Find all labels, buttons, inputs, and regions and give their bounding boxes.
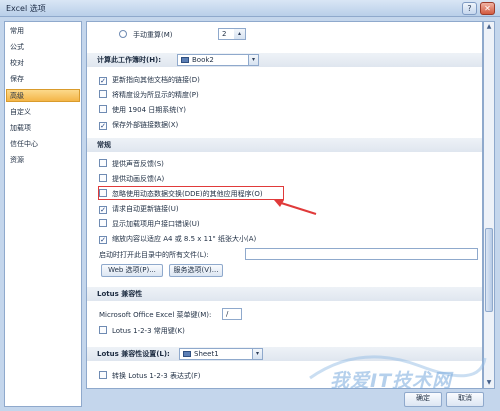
vertical-scrollbar[interactable]: ▲ ▼ — [483, 21, 495, 389]
workbook-calc-label: 计算此工作簿时(H): — [97, 56, 162, 64]
option-lotus-formula[interactable]: 转换 Lotus 1-2-3 表达式(F) — [99, 371, 200, 382]
save-external-label: 保存外部链接数据(X) — [112, 121, 179, 129]
lotus-formula-label: 转换 Lotus 1-2-3 表达式(F) — [112, 372, 201, 380]
auto-update-links-checkbox[interactable] — [99, 206, 107, 214]
option-save-external[interactable]: 保存外部链接数据(X) — [99, 120, 178, 131]
manual-recalc-label: 手动重算(M) — [133, 31, 173, 39]
sound-feedback-label: 提供声音反馈(S) — [112, 160, 164, 168]
auto-update-links-label: 请求自动更新链接(U) — [112, 205, 179, 213]
manual-recalc-row[interactable]: 手动重算(M) — [119, 30, 173, 41]
general-section-header: 常规 — [87, 138, 482, 152]
option-precision[interactable]: 将精度设为所显示的精度(P) — [99, 90, 199, 101]
date-1904-checkbox[interactable] — [99, 105, 107, 113]
web-options-button[interactable]: Web 选项(P)... — [101, 264, 163, 277]
chevron-down-icon[interactable]: ▾ — [248, 55, 258, 65]
date-1904-label: 使用 1904 日期系统(Y) — [112, 106, 187, 114]
addin-errors-label: 显示加载项用户接口错误(U) — [112, 220, 200, 228]
sidebar-item-advanced[interactable]: 高级 — [6, 89, 80, 102]
animation-feedback-checkbox[interactable] — [99, 174, 107, 182]
ok-button[interactable]: 确定 — [404, 392, 442, 407]
sidebar-item-customize[interactable]: 自定义 — [7, 107, 77, 118]
workbook-calc-header: 计算此工作簿时(H): — [87, 53, 482, 67]
option-1904-date[interactable]: 使用 1904 日期系统(Y) — [99, 105, 186, 116]
option-lotus-nav-keys[interactable]: Lotus 1-2-3 常用键(K) — [99, 326, 185, 337]
option-scale-a4[interactable]: 缩放内容以适应 A4 或 8.5 x 11" 纸张大小(A) — [99, 234, 256, 245]
lotus-menu-key-label: Microsoft Office Excel 菜单键(M): — [99, 311, 212, 319]
lotus-menu-key-input[interactable]: / — [222, 308, 242, 320]
sidebar-item-save[interactable]: 保存 — [7, 74, 77, 85]
chevron-down-icon[interactable]: ▾ — [252, 349, 262, 359]
precision-label: 将精度设为所显示的精度(P) — [112, 91, 199, 99]
lotus-section-header: Lotus 兼容性 — [87, 287, 482, 301]
save-external-checkbox[interactable] — [99, 122, 107, 130]
sidebar-item-resources[interactable]: 资源 — [7, 155, 77, 166]
sidebar-item-trust-center[interactable]: 信任中心 — [7, 139, 77, 150]
sidebar-item-popular[interactable]: 常用 — [7, 26, 77, 37]
stepper-arrows-icon[interactable]: ▴ — [234, 29, 245, 39]
lotus-settings-label: Lotus 兼容性设置(L): — [97, 350, 170, 358]
sound-feedback-checkbox[interactable] — [99, 159, 107, 167]
help-button[interactable]: ? — [462, 2, 477, 15]
workbook-icon — [181, 57, 189, 63]
sidebar-item-formulas[interactable]: 公式 — [7, 42, 77, 53]
scroll-up-icon[interactable]: ▲ — [484, 22, 494, 32]
manual-recalc-radio[interactable] — [119, 30, 127, 38]
option-addin-errors[interactable]: 显示加载项用户接口错误(U) — [99, 219, 200, 230]
scale-a4-label: 缩放内容以适应 A4 或 8.5 x 11" 纸张大小(A) — [112, 235, 257, 243]
startup-dir-input[interactable] — [245, 248, 478, 260]
lotus-nav-keys-checkbox[interactable] — [99, 326, 107, 334]
option-auto-update-links[interactable]: 请求自动更新链接(U) — [99, 204, 179, 215]
annotation-arrow-icon — [274, 200, 317, 215]
animation-feedback-label: 提供动画反馈(A) — [112, 175, 165, 183]
lotus-sheet-select-value: Sheet1 — [194, 350, 219, 358]
service-options-button[interactable]: 服务选项(V)... — [169, 264, 223, 277]
annotation-highlight-box — [98, 186, 284, 200]
sheet-icon — [183, 351, 191, 357]
cancel-button[interactable]: 取消 — [446, 392, 484, 407]
close-button[interactable]: ✕ — [480, 2, 495, 15]
sidebar-item-proofing[interactable]: 校对 — [7, 58, 77, 69]
workbook-select[interactable]: Book2 ▾ — [177, 54, 259, 66]
lotus-nav-keys-label: Lotus 1-2-3 常用键(K) — [112, 327, 185, 335]
lotus-formula-checkbox[interactable] — [99, 371, 107, 379]
startup-dir-label: 启动时打开此目录中的所有文件(L): — [99, 251, 209, 259]
update-links-label: 更新指向其他文档的链接(D) — [112, 76, 200, 84]
scale-a4-checkbox[interactable] — [99, 236, 107, 244]
title-bar: Excel 选项 ? ✕ — [0, 0, 500, 17]
option-sound-feedback[interactable]: 提供声音反馈(S) — [99, 159, 164, 170]
option-update-links[interactable]: 更新指向其他文档的链接(D) — [99, 75, 200, 86]
addin-errors-checkbox[interactable] — [99, 219, 107, 227]
watermark-text: 我爱IT技术网 — [330, 370, 453, 392]
sidebar-item-addins[interactable]: 加载项 — [7, 123, 77, 134]
precision-checkbox[interactable] — [99, 90, 107, 98]
window-title: Excel 选项 — [6, 4, 46, 13]
scroll-thumb[interactable] — [485, 228, 493, 312]
lotus-sheet-select[interactable]: Sheet1 ▾ — [179, 348, 263, 360]
workbook-select-value: Book2 — [192, 56, 214, 64]
option-animation-feedback[interactable]: 提供动画反馈(A) — [99, 174, 164, 185]
update-links-checkbox[interactable] — [99, 77, 107, 85]
